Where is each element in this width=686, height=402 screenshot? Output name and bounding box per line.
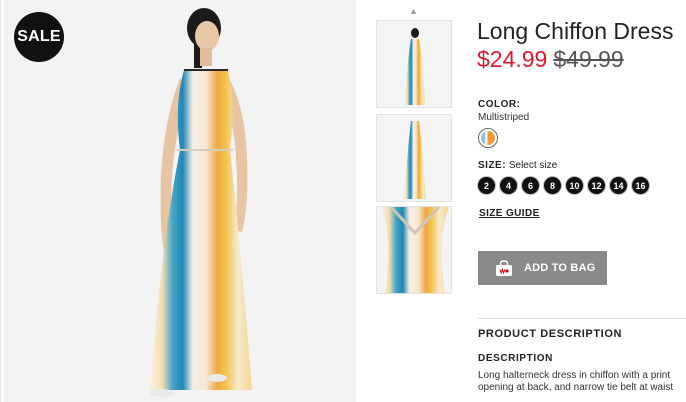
add-to-bag-button[interactable]: ADD TO BAG (478, 251, 607, 285)
size-row: SIZE: Select size (478, 160, 557, 171)
chevron-up-icon[interactable]: ▲ (409, 6, 418, 16)
size-option-6[interactable]: 6 (522, 177, 539, 194)
thumbnail-2[interactable] (376, 114, 452, 202)
thumbnail-1[interactable] (376, 20, 452, 108)
size-option-2[interactable]: 2 (478, 177, 495, 194)
size-guide-link[interactable]: SIZE GUIDE (479, 208, 540, 219)
size-option-8[interactable]: 8 (544, 177, 561, 194)
price-row: $24.99 $49.99 (477, 46, 624, 73)
main-product-image[interactable]: SALE (4, 0, 356, 402)
color-value: Multistriped (478, 112, 530, 123)
sale-price: $24.99 (477, 46, 548, 72)
size-option-10[interactable]: 10 (566, 177, 583, 194)
size-option-4[interactable]: 4 (500, 177, 517, 194)
model-photo (4, 0, 356, 402)
size-prompt: Select size (508, 160, 558, 171)
thumbnail-dress-detail (377, 207, 451, 293)
shopping-bag-icon (495, 259, 513, 277)
size-options: 2 4 6 8 10 12 14 16 (478, 177, 649, 194)
product-title: Long Chiffon Dress (477, 18, 674, 44)
section-divider (477, 318, 686, 319)
add-to-bag-label: ADD TO BAG (524, 262, 596, 274)
description-text: Long halterneck dress in chiffon with a … (478, 370, 686, 394)
swatch-fill (481, 131, 495, 145)
thumbnail-dress-back (377, 115, 451, 201)
thumbnail-model-full (377, 21, 451, 107)
color-label: COLOR: (478, 99, 521, 110)
thumbnail-3[interactable] (376, 206, 452, 294)
size-option-12[interactable]: 12 (588, 177, 605, 194)
sale-badge: SALE (14, 12, 64, 62)
original-price: $49.99 (553, 46, 624, 72)
page-border (0, 0, 1, 402)
product-description-heading[interactable]: PRODUCT DESCRIPTION (478, 328, 622, 340)
description-line-2: opening at back, and narrow tie belt at … (478, 382, 674, 393)
description-line-1: Long halterneck dress in chiffon with a … (478, 370, 671, 381)
description-heading: DESCRIPTION (478, 353, 553, 364)
size-option-16[interactable]: 16 (632, 177, 649, 194)
size-option-14[interactable]: 14 (610, 177, 627, 194)
color-swatch-multistriped[interactable] (478, 128, 498, 148)
size-label: SIZE: (478, 160, 507, 171)
